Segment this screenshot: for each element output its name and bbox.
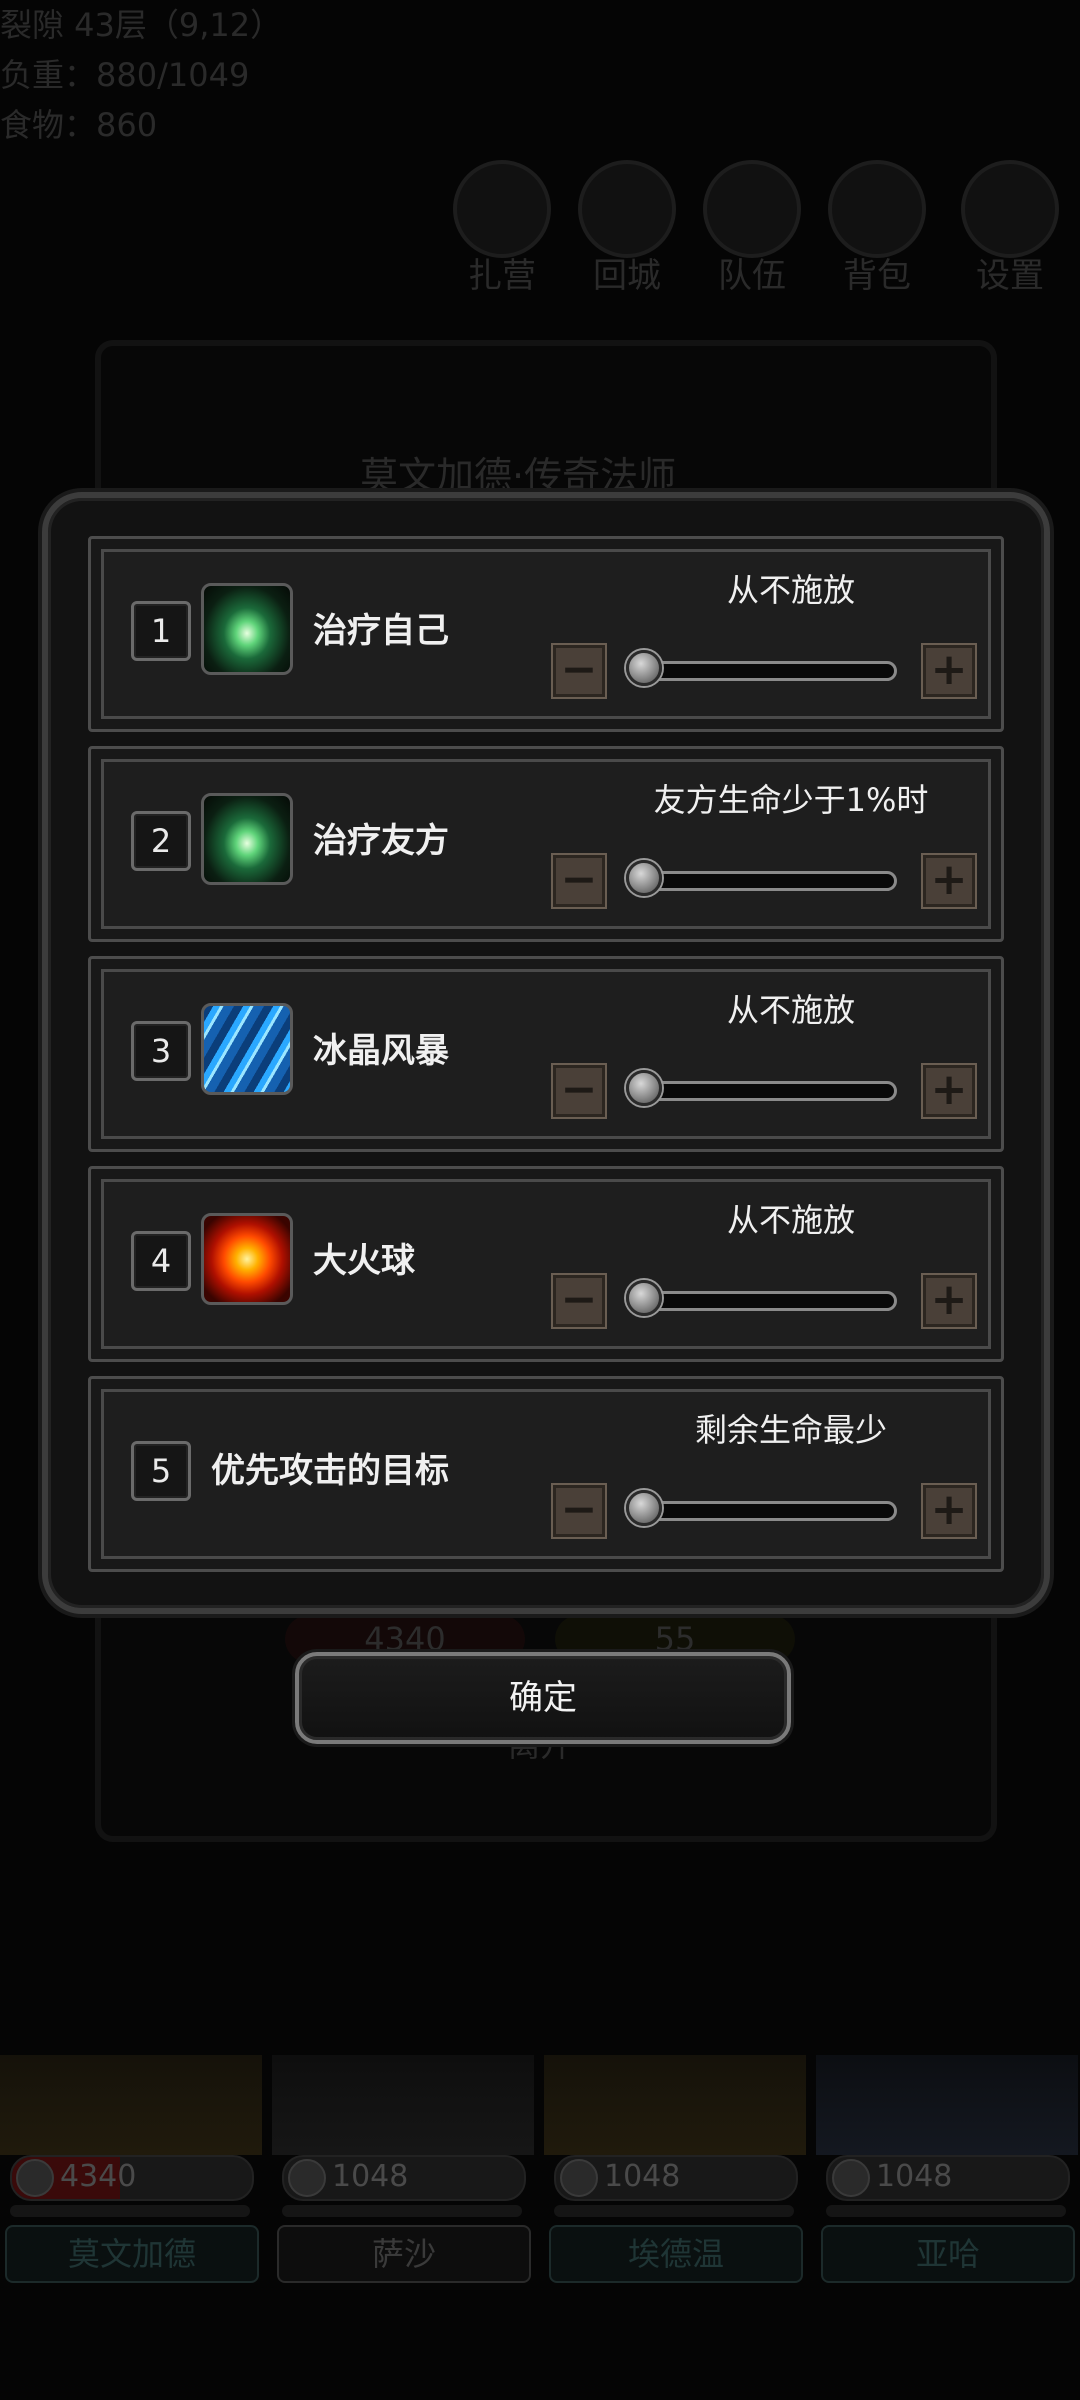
hp-bar: 1048 xyxy=(554,2155,798,2201)
team-label: 队伍 xyxy=(718,256,786,296)
increase-button[interactable]: + xyxy=(921,643,977,699)
weight-label: 负重：880/1049 xyxy=(0,56,250,94)
hp-icon xyxy=(560,2159,598,2197)
return-town-button[interactable]: 回城 xyxy=(577,160,677,297)
ice-storm-icon xyxy=(201,1003,293,1095)
party-name: 亚哈 xyxy=(821,2225,1075,2283)
skill-name: 治疗自己 xyxy=(313,611,449,651)
hp-bar: 4340 xyxy=(10,2155,254,2201)
slider-knob[interactable] xyxy=(626,1070,662,1106)
row-number: 4 xyxy=(131,1231,191,1291)
party-card-3[interactable]: 1048 埃德温 xyxy=(544,2055,806,2295)
camp-label: 扎营 xyxy=(468,256,536,296)
return-town-icon xyxy=(578,160,676,258)
backpack-icon xyxy=(828,160,926,258)
increase-button[interactable]: + xyxy=(921,853,977,909)
green-crystal-icon xyxy=(201,583,293,675)
avatar xyxy=(0,2055,262,2155)
hp-bar: 1048 xyxy=(826,2155,1070,2201)
tactic-row-1: 1 治疗自己 从不施放 − + xyxy=(88,536,1004,732)
avatar xyxy=(272,2055,534,2155)
hp-value: 1048 xyxy=(332,2159,409,2194)
condition-label: 从不施放 xyxy=(726,571,855,609)
row-number: 2 xyxy=(131,811,191,871)
hp-icon xyxy=(832,2159,870,2197)
party-card-4[interactable]: 1048 亚哈 xyxy=(816,2055,1078,2295)
camp-icon xyxy=(453,160,551,258)
return-town-label: 回城 xyxy=(593,256,661,296)
settings-gear-icon xyxy=(961,160,1059,258)
slider-knob[interactable] xyxy=(626,1280,662,1316)
hp-value: 4340 xyxy=(60,2159,137,2194)
increase-button[interactable]: + xyxy=(921,1273,977,1329)
row-number: 3 xyxy=(131,1021,191,1081)
condition-slider[interactable] xyxy=(631,871,897,891)
party-name: 萨沙 xyxy=(277,2225,531,2283)
party-name: 埃德温 xyxy=(549,2225,803,2283)
skill-name: 优先攻击的目标 xyxy=(211,1451,449,1491)
backpack-button[interactable]: 背包 xyxy=(827,160,927,297)
condition-slider[interactable] xyxy=(631,661,897,681)
backpack-label: 背包 xyxy=(843,256,911,296)
fireball-icon xyxy=(201,1213,293,1305)
team-icon xyxy=(703,160,801,258)
mp-bar xyxy=(282,2205,522,2217)
confirm-button[interactable]: 确定 xyxy=(295,1652,791,1744)
increase-button[interactable]: + xyxy=(921,1483,977,1539)
decrease-button[interactable]: − xyxy=(551,1063,607,1119)
tactic-row-4: 4 大火球 从不施放 − + xyxy=(88,1166,1004,1362)
settings-label: 设置 xyxy=(976,256,1044,296)
team-button[interactable]: 队伍 xyxy=(702,160,802,297)
hud-stats: 裂隙 43层（9,12） 负重：880/1049 食物：860 xyxy=(0,0,1080,150)
decrease-button[interactable]: − xyxy=(551,1483,607,1539)
party-card-2[interactable]: 1048 萨沙 xyxy=(272,2055,534,2295)
mp-bar xyxy=(10,2205,250,2217)
avatar xyxy=(544,2055,806,2155)
tactic-row-3: 3 冰晶风暴 从不施放 − + xyxy=(88,956,1004,1152)
hp-value: 1048 xyxy=(876,2159,953,2194)
mp-bar xyxy=(826,2205,1066,2217)
condition-label: 友方生命少于1%时 xyxy=(653,781,929,819)
row-number: 5 xyxy=(131,1441,191,1501)
tactic-row-2: 2 治疗友方 友方生命少于1%时 − + xyxy=(88,746,1004,942)
avatar xyxy=(816,2055,1078,2155)
condition-label: 剩余生命最少 xyxy=(694,1411,887,1449)
slider-knob[interactable] xyxy=(626,860,662,896)
skill-name: 大火球 xyxy=(313,1241,415,1281)
green-crystal-icon xyxy=(201,793,293,885)
skill-name: 治疗友方 xyxy=(313,821,449,861)
party-name: 莫文加德 xyxy=(5,2225,259,2283)
party-card-1[interactable]: 4340 莫文加德 xyxy=(0,2055,262,2295)
camp-button[interactable]: 扎营 xyxy=(452,160,552,297)
skill-name: 冰晶风暴 xyxy=(313,1031,449,1071)
hp-icon xyxy=(288,2159,326,2197)
condition-label: 从不施放 xyxy=(726,991,855,1029)
decrease-button[interactable]: − xyxy=(551,643,607,699)
decrease-button[interactable]: − xyxy=(551,853,607,909)
hp-bar: 1048 xyxy=(282,2155,526,2201)
increase-button[interactable]: + xyxy=(921,1063,977,1119)
condition-slider[interactable] xyxy=(631,1291,897,1311)
condition-slider[interactable] xyxy=(631,1081,897,1101)
decrease-button[interactable]: − xyxy=(551,1273,607,1329)
tactics-dialog: 1 治疗自己 从不施放 − + 2 治疗友方 友方生命少于1%时 − + 3 冰… xyxy=(42,492,1050,1614)
hp-icon xyxy=(16,2159,54,2197)
food-label: 食物：860 xyxy=(0,106,158,144)
row-number: 1 xyxy=(131,601,191,661)
location-label: 裂隙 43层（9,12） xyxy=(0,6,283,44)
tactic-row-5: 5 优先攻击的目标 剩余生命最少 − + xyxy=(88,1376,1004,1572)
slider-knob[interactable] xyxy=(626,1490,662,1526)
condition-slider[interactable] xyxy=(631,1501,897,1521)
slider-knob[interactable] xyxy=(626,650,662,686)
hp-value: 1048 xyxy=(604,2159,681,2194)
settings-button[interactable]: 设置 xyxy=(960,160,1060,297)
mp-bar xyxy=(554,2205,794,2217)
condition-label: 从不施放 xyxy=(726,1201,855,1239)
